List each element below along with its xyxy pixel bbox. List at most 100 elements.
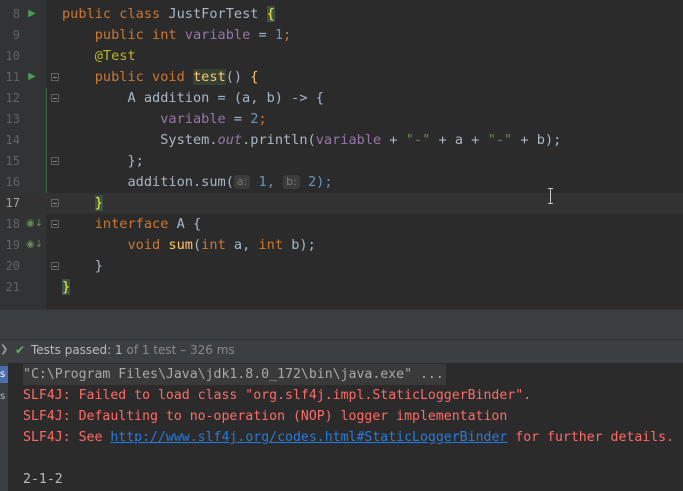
implemented-icon[interactable]: ◉↓ xyxy=(26,239,43,251)
static-field: out xyxy=(217,132,243,148)
param-hint: b: xyxy=(283,175,300,189)
code-text: } xyxy=(62,193,103,214)
code-line-21[interactable]: 21 } xyxy=(0,277,683,298)
field-name: variable xyxy=(184,27,251,43)
error-suffix: for further details. xyxy=(507,430,675,445)
code-text: }; xyxy=(62,151,144,172)
argument: 2); xyxy=(307,174,333,190)
keyword: int xyxy=(152,27,177,43)
total-tests: of 1 test xyxy=(126,343,177,357)
fold-icon[interactable] xyxy=(51,94,59,102)
slf4j-link[interactable]: http://www.slf4j.org/codes.html#StaticLo… xyxy=(110,430,507,445)
brace-highlight: } xyxy=(62,279,71,295)
line-number: 8 xyxy=(12,7,20,21)
console-command-line[interactable]: "C:\Program Files\Java\jdk1.8.0_172\bin\… xyxy=(23,364,446,385)
code-line-10[interactable]: 10 @Test xyxy=(0,46,683,67)
fold-icon[interactable] xyxy=(51,157,59,165)
fold-icon[interactable] xyxy=(51,220,59,228)
line-number: 19 xyxy=(5,238,20,252)
line-number: 21 xyxy=(5,280,20,294)
code-line-14[interactable]: 14 System.out.println(variable + "-" + a… xyxy=(0,130,683,151)
keyword: class xyxy=(119,6,161,22)
console-tab[interactable]: s xyxy=(0,366,8,383)
param: b); xyxy=(283,237,316,253)
line-number: 13 xyxy=(5,112,20,126)
operator: + b); xyxy=(512,132,562,148)
line-number: 10 xyxy=(5,49,20,63)
block-end: }; xyxy=(127,153,144,169)
fold-icon[interactable] xyxy=(51,199,59,207)
mouse-cursor-icon xyxy=(548,188,555,204)
code-line-12[interactable]: 12 A addition = (a, b) -> { xyxy=(0,88,683,109)
code-line-11[interactable]: 11 ▶︎ public void test() { xyxy=(0,67,683,88)
console-tab[interactable]: s xyxy=(0,388,8,405)
code-text: addition.sum(a: 1, b: 2); xyxy=(62,172,333,193)
fold-icon[interactable] xyxy=(51,262,59,270)
keyword: interface xyxy=(94,216,169,232)
keyword: void xyxy=(127,237,161,253)
code-line-13[interactable]: 13 variable = 2; xyxy=(0,109,683,130)
line-number: 20 xyxy=(5,259,20,273)
check-icon: ✔ xyxy=(15,343,26,357)
code-text: public int variable = 1; xyxy=(62,25,291,46)
implemented-icon[interactable]: ◉↓ xyxy=(26,218,43,230)
string-literal: "-" xyxy=(405,132,431,148)
test-duration: – 326 ms xyxy=(180,343,235,357)
code-line-15[interactable]: 15 }; xyxy=(0,151,683,172)
line-number: 12 xyxy=(5,91,20,105)
operator: + xyxy=(381,132,406,148)
code-line-8[interactable]: 8 ▶︎ public class JustForTest { xyxy=(0,4,683,25)
code-text: } xyxy=(62,277,71,298)
semicolon: ; xyxy=(258,111,267,127)
console-error-line: SLF4J: Failed to load class "org.slf4j.i… xyxy=(23,388,532,403)
lambda-decl: A addition = (a, b) -> { xyxy=(127,90,324,106)
paren: ( xyxy=(192,237,202,253)
test-status-text: Tests passed: 1 of 1 test – 326 ms xyxy=(31,343,235,357)
keyword: int xyxy=(201,237,226,253)
brace-highlight: } xyxy=(94,195,103,211)
code-text: public void test() { xyxy=(62,67,258,88)
line-number: 14 xyxy=(5,133,20,147)
run-test-icon[interactable]: ▶︎ xyxy=(26,8,38,20)
class-ref: System. xyxy=(160,132,218,148)
field-name: variable xyxy=(315,132,382,148)
param-hint: a: xyxy=(233,175,251,189)
fold-icon[interactable] xyxy=(51,73,59,81)
code-editor[interactable]: 8 ▶︎ public class JustForTest { 9 public… xyxy=(0,0,683,309)
params: () xyxy=(225,69,251,85)
panel-divider[interactable] xyxy=(0,309,683,339)
run-test-icon[interactable]: ▶︎ xyxy=(26,71,38,83)
method-name: sum xyxy=(168,237,193,253)
console-error-line: SLF4J: See http://www.slf4j.org/codes.ht… xyxy=(23,427,674,448)
param: a, xyxy=(225,237,259,253)
line-number: 17 xyxy=(5,196,20,210)
run-console[interactable]: s s "C:\Program Files\Java\jdk1.8.0_172\… xyxy=(0,363,683,491)
chevron-right-icon[interactable]: ❯ xyxy=(0,344,8,355)
code-text: System.out.println(variable + "-" + a + … xyxy=(62,130,561,151)
code-text: @Test xyxy=(62,46,136,67)
method-call: addition.sum( xyxy=(127,174,234,190)
line-number: 18 xyxy=(5,217,20,231)
keyword: public xyxy=(62,6,112,22)
code-line-16[interactable]: 16 addition.sum(a: 1, b: 2); xyxy=(0,172,683,193)
brace: { xyxy=(250,69,259,85)
line-number: 15 xyxy=(5,154,20,168)
argument: 1, xyxy=(258,174,284,190)
class-name: JustForTest xyxy=(168,6,259,22)
operator: = xyxy=(225,111,251,127)
method-name: test xyxy=(192,69,226,85)
code-line-20[interactable]: 20 } xyxy=(0,256,683,277)
code-line-17[interactable]: 17 } xyxy=(0,193,683,214)
console-error-line: SLF4J: Defaulting to no-operation (NOP) … xyxy=(23,409,508,424)
code-line-9[interactable]: 9 public int variable = 1; xyxy=(0,25,683,46)
code-text: public class JustForTest { xyxy=(62,4,275,25)
code-text: interface A { xyxy=(62,214,201,235)
keyword: public xyxy=(94,27,144,43)
annotation: @Test xyxy=(94,48,136,64)
line-number: 16 xyxy=(5,175,20,189)
code-text: A addition = (a, b) -> { xyxy=(62,88,324,109)
code-line-19[interactable]: 19 ◉↓ void sum(int a, int b); xyxy=(0,235,683,256)
field-name: variable xyxy=(160,111,226,127)
code-line-18[interactable]: 18 ◉↓ interface A { xyxy=(0,214,683,235)
code-text: variable = 2; xyxy=(62,109,267,130)
